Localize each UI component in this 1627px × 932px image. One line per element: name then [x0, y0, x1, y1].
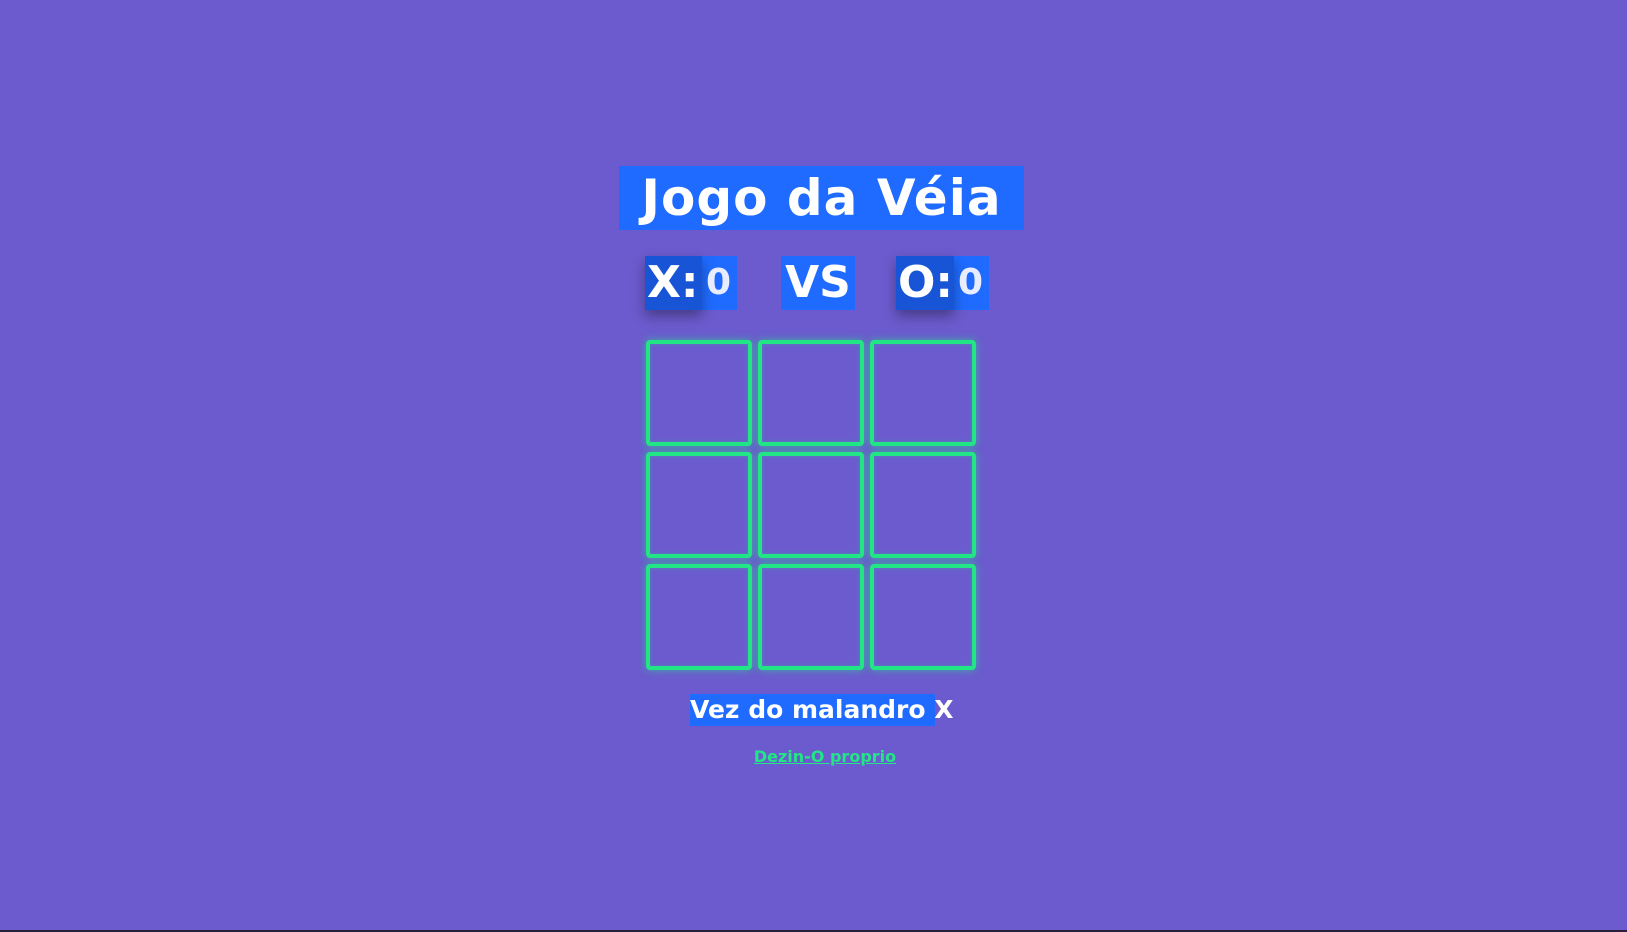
board-cell-6[interactable]: [870, 452, 976, 558]
turn-status: Vez do malandro X: [690, 694, 954, 726]
score-o-box: O: 0: [896, 256, 989, 310]
score-o-label: O:: [896, 256, 954, 310]
board-cell-4[interactable]: [646, 452, 752, 558]
score-x-value: 0: [706, 262, 732, 303]
score-x-box: X: 0: [645, 256, 737, 310]
score-x-label: X:: [645, 256, 702, 310]
board-cell-2[interactable]: [758, 340, 864, 446]
board-cell-1[interactable]: [646, 340, 752, 446]
game-board: [646, 340, 979, 673]
board-cell-7[interactable]: [646, 564, 752, 670]
board-cell-3[interactable]: [870, 340, 976, 446]
vs-label: VS: [781, 256, 855, 310]
score-o-value: 0: [958, 262, 984, 303]
board-cell-5[interactable]: [758, 452, 864, 558]
board-cell-8[interactable]: [758, 564, 864, 670]
board-cell-9[interactable]: [870, 564, 976, 670]
game-page: Jogo da Véia X: 0 VS O: 0 Vez do malandr…: [0, 0, 1627, 932]
page-title: Jogo da Véia: [619, 166, 1024, 230]
credit-link[interactable]: Dezin-O proprio: [740, 744, 910, 770]
